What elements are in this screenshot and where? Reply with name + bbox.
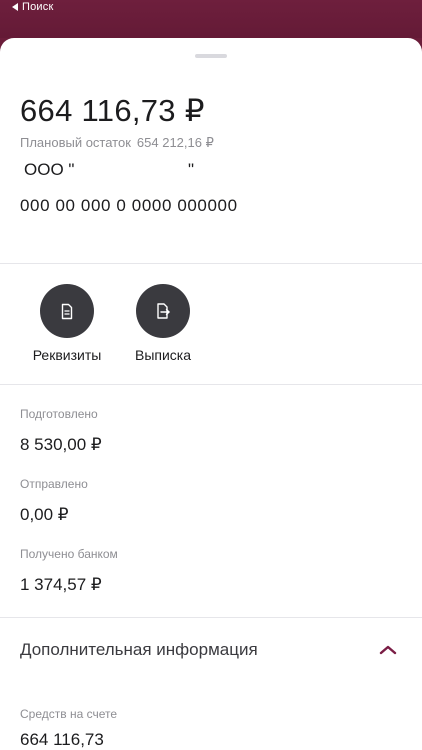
additional-info-title: Дополнительная информация — [20, 640, 258, 659]
sent-value: 0,00 ₽ — [20, 505, 69, 524]
requisites-circle[interactable] — [40, 284, 94, 338]
export-document-icon — [157, 303, 170, 319]
planned-balance-label: Плановый остаток — [20, 135, 131, 150]
funds-value: 664 116,73 — [20, 730, 104, 749]
document-icon — [61, 303, 73, 319]
statement-label: Выписка — [134, 347, 192, 363]
requisites-button[interactable]: Реквизиты — [17, 284, 117, 363]
account-sheet: 664 116,73 ₽ Плановый остаток 654 212,16 … — [0, 38, 422, 750]
company-name-prefix: ООО " — [24, 160, 75, 179]
funds-label: Средств на счете — [20, 707, 118, 721]
divider — [0, 384, 422, 385]
chevron-up-icon[interactable] — [378, 642, 398, 658]
prepared-value: 8 530,00 ₽ — [20, 435, 102, 454]
company-name-suffix: " — [187, 160, 194, 179]
account-number: 000 00 000 0 0000 000000 — [20, 196, 238, 215]
sent-label: Отправлено — [20, 477, 88, 491]
back-triangle-icon — [12, 3, 18, 11]
statement-button[interactable]: Выписка — [113, 284, 213, 363]
account-balance: 664 116,73 ₽ — [20, 93, 205, 128]
back-label: Поиск — [22, 1, 54, 13]
received-value: 1 374,57 ₽ — [20, 575, 102, 594]
divider — [0, 263, 422, 264]
additional-info-toggle[interactable]: Дополнительная информация — [0, 618, 422, 684]
company-name: ООО " " — [24, 160, 194, 180]
planned-balance-value: 654 212,16 ₽ — [136, 135, 214, 150]
received-label: Получено банком — [20, 547, 118, 561]
status-bar: Поиск — [0, 0, 422, 38]
requisites-label: Реквизиты — [32, 347, 102, 363]
statement-circle[interactable] — [136, 284, 190, 338]
planned-balance: Плановый остаток 654 212,16 ₽ — [20, 135, 214, 151]
back-button[interactable]: Поиск — [12, 0, 53, 14]
sheet-grabber[interactable] — [195, 54, 227, 58]
prepared-label: Подготовлено — [20, 407, 98, 421]
